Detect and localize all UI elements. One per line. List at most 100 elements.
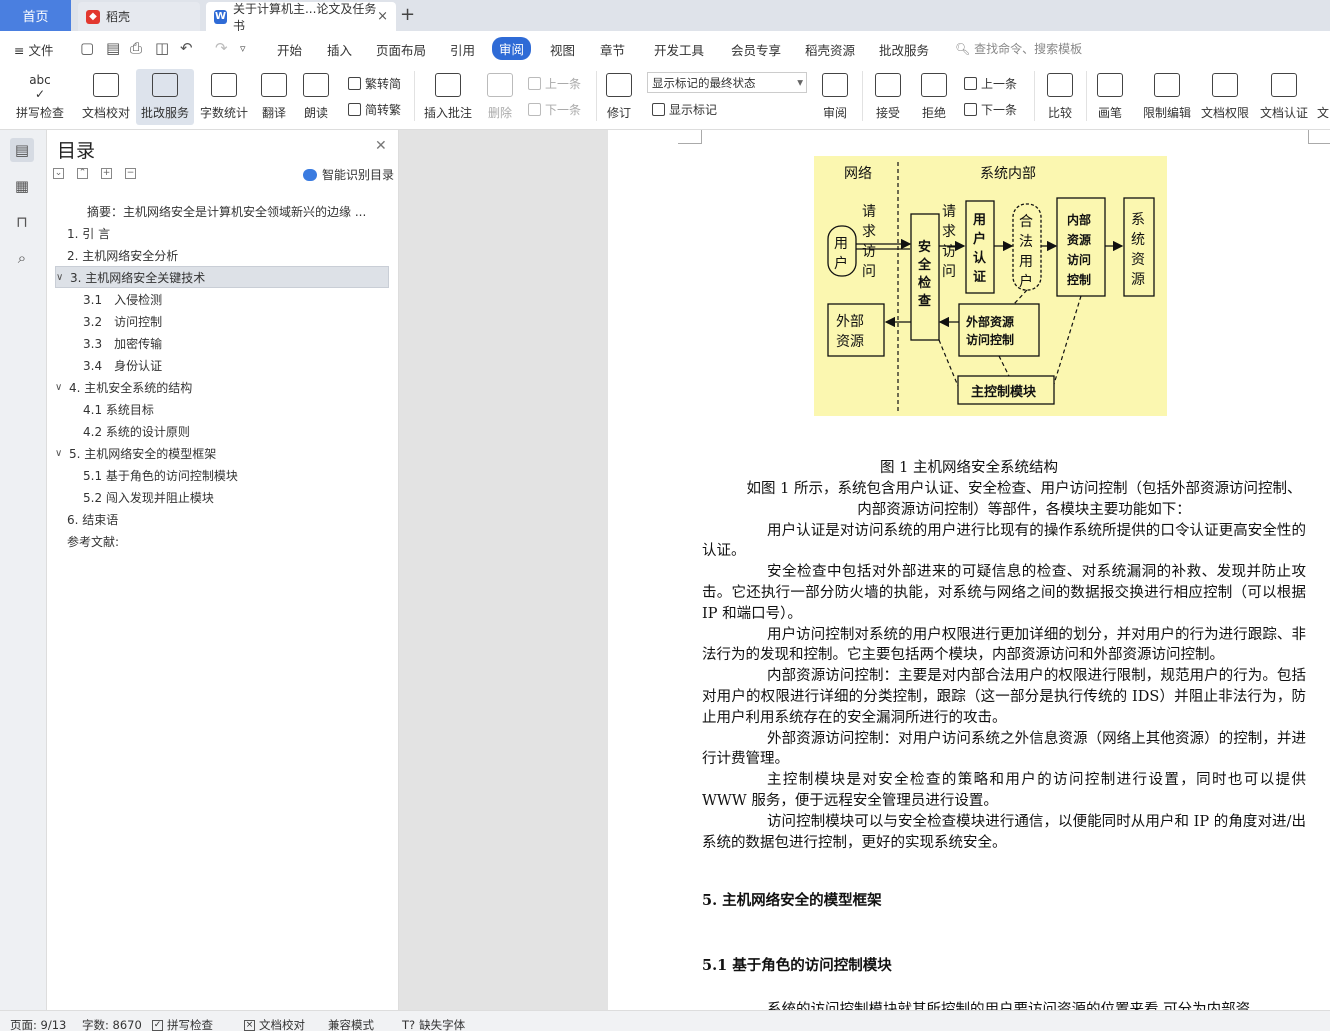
read-aloud-icon — [303, 73, 329, 97]
toc-item[interactable]: 3.3 加密传输 — [55, 332, 389, 354]
spell-check-toggle[interactable]: ✓ 拼写检查 — [152, 1017, 213, 1031]
track-changes-button[interactable]: 修订 — [600, 69, 638, 125]
menu-item[interactable]: 审阅 — [492, 37, 532, 60]
pen-button[interactable]: 画笔 — [1092, 69, 1128, 125]
review-pane-icon — [822, 73, 848, 97]
toc-item[interactable]: 5.1 基于角色的访问控制模块 — [55, 464, 389, 486]
close-icon[interactable]: × — [377, 9, 388, 24]
toc-item[interactable]: 参考文献: — [55, 530, 389, 552]
toc-item[interactable]: 6. 结束语 — [55, 508, 389, 530]
toc-item[interactable]: 5.2 闯入发现并阻止模块 — [55, 486, 389, 508]
toc-item[interactable]: 3.1 入侵检测 — [55, 288, 389, 310]
chevron-down-icon[interactable]: ∨ — [56, 272, 70, 283]
compare-button[interactable]: 比较 — [1040, 69, 1080, 125]
page-indicator[interactable]: 页面: 9/13 — [10, 1017, 66, 1031]
proofread-button[interactable]: 文档校对 — [78, 69, 134, 125]
next-change-button[interactable]: 下一条 — [964, 101, 1017, 118]
markup-state-select[interactable]: 显示标记的最终状态 — [647, 72, 807, 93]
chevron-down-icon[interactable]: ∨ — [55, 448, 69, 459]
toc-item[interactable]: ∨ 5. 主机网络安全的模型框架 — [55, 442, 389, 464]
collapse-all-icon[interactable]: ⌄ — [53, 168, 64, 179]
review-pane-button[interactable]: 审阅 — [814, 69, 856, 125]
toc-panel-icon[interactable]: ▤ — [10, 138, 34, 162]
toc-item-label: 摘要：主机网络安全是计算机安全领域新兴的边缘 ... — [87, 204, 367, 219]
proof-toggle[interactable]: × 文档校对 — [244, 1017, 305, 1031]
insert-comment-button[interactable]: 插入批注 — [420, 69, 476, 125]
prev-comment-button[interactable]: 上一条 — [528, 75, 581, 92]
more-ribbon-button[interactable]: 文 — [1316, 69, 1330, 125]
menu-item[interactable]: 章节 — [600, 40, 625, 59]
translate-button[interactable]: 翻译 — [254, 69, 294, 125]
chevron-down-icon[interactable]: ▿ — [240, 42, 246, 55]
proof-icon: × — [244, 1019, 255, 1031]
remove-heading-icon[interactable]: − — [125, 168, 136, 179]
restrict-edit-button[interactable]: 限制编辑 — [1140, 69, 1194, 125]
prev-label: 上一条 — [981, 77, 1018, 91]
menu-item[interactable]: 引用 — [450, 40, 475, 59]
chapter-icon[interactable]: ▦ — [10, 174, 34, 198]
tab-docer[interactable]: ◆ 稻壳 — [78, 2, 200, 31]
redo-icon[interactable]: ↷ — [215, 39, 228, 57]
close-icon[interactable]: ✕ — [375, 138, 387, 154]
prev-change-button[interactable]: 上一条 — [964, 75, 1017, 92]
menu-item[interactable]: 页面布局 — [376, 40, 426, 59]
simp-to-trad-button[interactable]: 简转繁 — [348, 101, 401, 118]
menu-item[interactable]: 开发工具 — [654, 40, 704, 59]
search-command[interactable]: 🔍︎ 查找命令、搜索模板 — [955, 40, 1082, 57]
accept-button[interactable]: 接受 — [868, 69, 908, 125]
menu-item[interactable]: 视图 — [550, 40, 575, 59]
reject-button[interactable]: 拒绝 — [914, 69, 954, 125]
delete-comment-button[interactable]: 删除 — [480, 69, 520, 125]
toc-item[interactable]: ∨ 3. 主机网络安全关键技术 — [55, 266, 389, 288]
spell-check-button[interactable]: abc ✓ 拼写检查 — [8, 69, 72, 125]
toc-panel: 目录 ✕ ⌄ ⌃ + − 智能识别目录 摘要：主机网络安全是计算机安全领域新兴的… — [47, 130, 399, 1010]
search-icon[interactable]: ⌕ — [10, 246, 34, 270]
word-count-button[interactable]: 字数统计 — [198, 69, 250, 125]
show-markup-button[interactable]: 显示标记 — [652, 101, 717, 118]
toc-item[interactable]: 2. 主机网络安全分析 — [55, 244, 389, 266]
tab-home[interactable]: 首页 — [0, 0, 71, 31]
save-icon[interactable]: ▢ — [80, 39, 94, 57]
smart-toc-button[interactable]: 智能识别目录 — [303, 166, 394, 183]
menu-item[interactable]: 稻壳资源 — [805, 40, 855, 59]
toc-item[interactable]: 3.4 身份认证 — [55, 354, 389, 376]
toc-item[interactable]: 3.2 访问控制 — [55, 310, 389, 332]
toc-item[interactable]: 摘要：主机网络安全是计算机安全领域新兴的边缘 ... — [55, 200, 389, 222]
trad-to-simp-button[interactable]: 繁转简 — [348, 75, 401, 92]
preview-icon[interactable]: ◫ — [155, 39, 169, 57]
simp-label: 简转繁 — [365, 103, 402, 117]
toc-item-label: 3. 主机网络安全关键技术 — [70, 270, 206, 285]
tab-document-label: 关于计算机主...论文及任务书 — [232, 1, 377, 33]
menu-item[interactable]: 插入 — [327, 40, 352, 59]
toc-item[interactable]: 4.2 系统的设计原则 — [55, 420, 389, 442]
menu-item[interactable]: 开始 — [277, 40, 302, 59]
word-count-indicator[interactable]: 字数: 8670 — [82, 1017, 142, 1031]
toc-item[interactable]: 1. 引 言 — [55, 222, 389, 244]
toc-item[interactable]: ∨ 4. 主机安全系统的结构 — [55, 376, 389, 398]
menu-item[interactable]: 批改服务 — [879, 40, 929, 59]
proofread-icon — [93, 73, 119, 97]
abc-icon: abc ✓ — [29, 73, 51, 101]
next-comment-button[interactable]: 下一条 — [528, 101, 581, 118]
expand-all-icon[interactable]: ⌃ — [77, 168, 88, 179]
rights-label: 文档权限 — [1200, 106, 1249, 120]
doc-cert-button[interactable]: 文档认证 — [1256, 69, 1312, 125]
add-heading-icon[interactable]: + — [101, 168, 112, 179]
menu-item[interactable]: 会员专享 — [731, 40, 781, 59]
undo-icon[interactable]: ↶ — [180, 39, 193, 57]
lock-icon — [1154, 73, 1180, 97]
toc-item-label: 3.3 加密传输 — [83, 336, 163, 351]
bookmark-icon[interactable]: ⊓ — [10, 210, 34, 234]
doc-rights-button[interactable]: 文档权限 — [1198, 69, 1252, 125]
tab-document[interactable]: W 关于计算机主...论文及任务书 × — [206, 1, 396, 33]
missing-font-button[interactable]: T? 缺失字体 — [402, 1017, 465, 1031]
print-icon[interactable]: ⎙ — [130, 39, 142, 57]
toc-item-label: 4.2 系统的设计原则 — [83, 424, 190, 439]
export-icon[interactable]: ▤ — [106, 39, 120, 57]
correction-service-button[interactable]: 批改服务 — [136, 69, 194, 125]
toc-item[interactable]: 4.1 系统目标 — [55, 398, 389, 420]
chevron-down-icon[interactable]: ∨ — [55, 382, 69, 393]
read-aloud-button[interactable]: 朗读 — [298, 69, 334, 125]
file-menu[interactable]: ≡ 文件 — [14, 40, 53, 59]
add-tab-icon[interactable]: + — [400, 4, 415, 25]
